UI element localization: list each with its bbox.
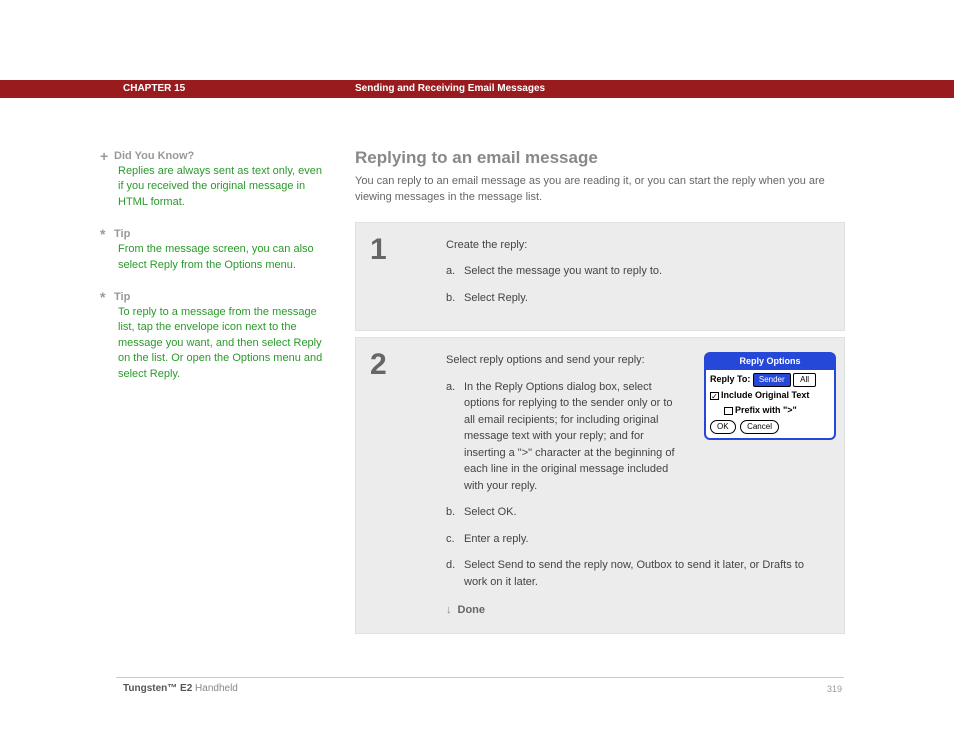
asterisk-icon: * xyxy=(100,291,114,303)
did-you-know-block: +Did You Know? Replies are always sent a… xyxy=(100,150,330,210)
chapter-label: CHAPTER 15 xyxy=(123,80,185,98)
prefix-label: Prefix with ">" xyxy=(735,405,797,415)
tip-body: Replies are always sent as text only, ev… xyxy=(118,164,330,210)
done-row: ↓ Done xyxy=(446,602,828,619)
sender-button[interactable]: Sender xyxy=(753,373,791,387)
done-label: Done xyxy=(458,604,486,616)
page-number: 319 xyxy=(827,684,842,694)
ok-button[interactable]: OK xyxy=(710,420,736,434)
chapter-title: Sending and Receiving Email Messages xyxy=(355,80,545,98)
asterisk-icon: * xyxy=(100,228,114,240)
tip-label: Did You Know? xyxy=(114,150,194,162)
section-title: Replying to an email message xyxy=(355,148,845,168)
substep: b.Select OK. xyxy=(446,504,828,521)
dialog-title: Reply Options xyxy=(706,354,834,370)
substep: a.Select the message you want to reply t… xyxy=(446,263,828,280)
prefix-checkbox[interactable] xyxy=(724,407,733,415)
tip-body: From the message screen, you can also se… xyxy=(118,242,330,273)
down-arrow-icon: ↓ xyxy=(446,604,452,616)
reply-options-dialog: Reply Options Reply To: Sender All ✓Incl… xyxy=(704,352,836,440)
step-2: 2 Select reply options and send your rep… xyxy=(355,337,845,634)
substep: b.Select Reply. xyxy=(446,290,828,307)
step-lead: Create the reply: xyxy=(446,237,828,254)
substep: d.Select Send to send the reply now, Out… xyxy=(446,557,828,590)
footer-product: Tungsten™ E2 Handheld xyxy=(123,683,238,694)
footer-divider xyxy=(116,677,844,678)
tip-block: *Tip To reply to a message from the mess… xyxy=(100,291,330,382)
tip-body: To reply to a message from the message l… xyxy=(118,305,330,382)
cancel-button[interactable]: Cancel xyxy=(740,420,779,434)
plus-icon: + xyxy=(100,150,114,162)
section-intro: You can reply to an email message as you… xyxy=(355,174,845,206)
tip-block: *Tip From the message screen, you can al… xyxy=(100,228,330,273)
chapter-header: CHAPTER 15 Sending and Receiving Email M… xyxy=(0,80,954,98)
tip-label: Tip xyxy=(114,228,130,240)
reply-to-label: Reply To: xyxy=(710,374,750,384)
include-label: Include Original Text xyxy=(721,390,809,400)
sidebar: +Did You Know? Replies are always sent a… xyxy=(100,150,330,400)
step-1: 1 Create the reply: a.Select the message… xyxy=(355,222,845,332)
step-number: 2 xyxy=(370,348,387,382)
include-checkbox[interactable]: ✓ xyxy=(710,392,719,400)
all-button[interactable]: All xyxy=(793,373,816,387)
substep: c.Enter a reply. xyxy=(446,531,828,548)
step-number: 1 xyxy=(370,233,387,267)
main-content: Replying to an email message You can rep… xyxy=(355,148,845,640)
substep: a.In the Reply Options dialog box, selec… xyxy=(446,379,686,495)
tip-label: Tip xyxy=(114,291,130,303)
